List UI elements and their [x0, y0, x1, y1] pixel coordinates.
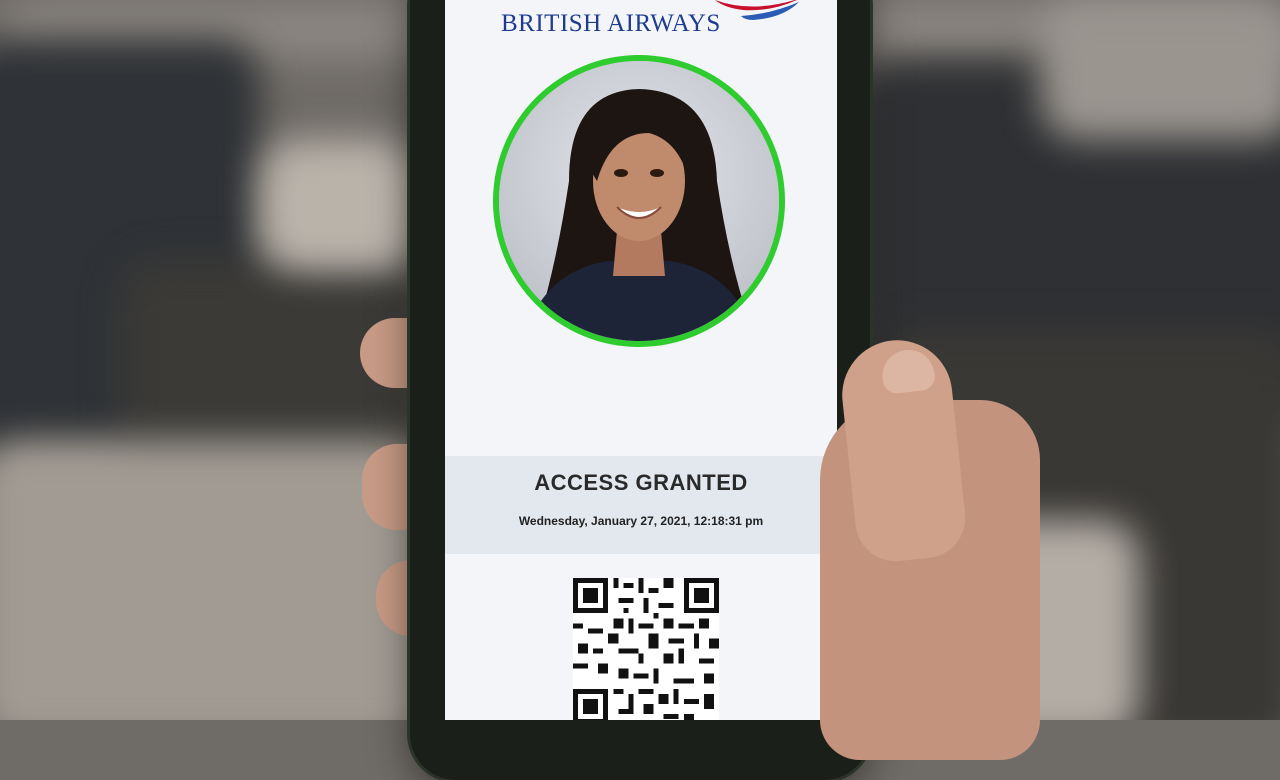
brand-name: BRITISH AIRWAYS: [501, 10, 721, 37]
speedmarque-icon: [715, 0, 799, 20]
passenger-photo: [499, 61, 779, 341]
qr-code-icon: [573, 578, 719, 720]
phone-screen: BRITISH AIRWAYS ACCESS GRANTED Wednesday…: [445, 0, 837, 720]
verification-ring: [493, 55, 785, 347]
access-timestamp: Wednesday, January 27, 2021, 12:18:31 pm: [518, 514, 764, 528]
access-status-title: ACCESS GRANTED: [534, 470, 748, 495]
